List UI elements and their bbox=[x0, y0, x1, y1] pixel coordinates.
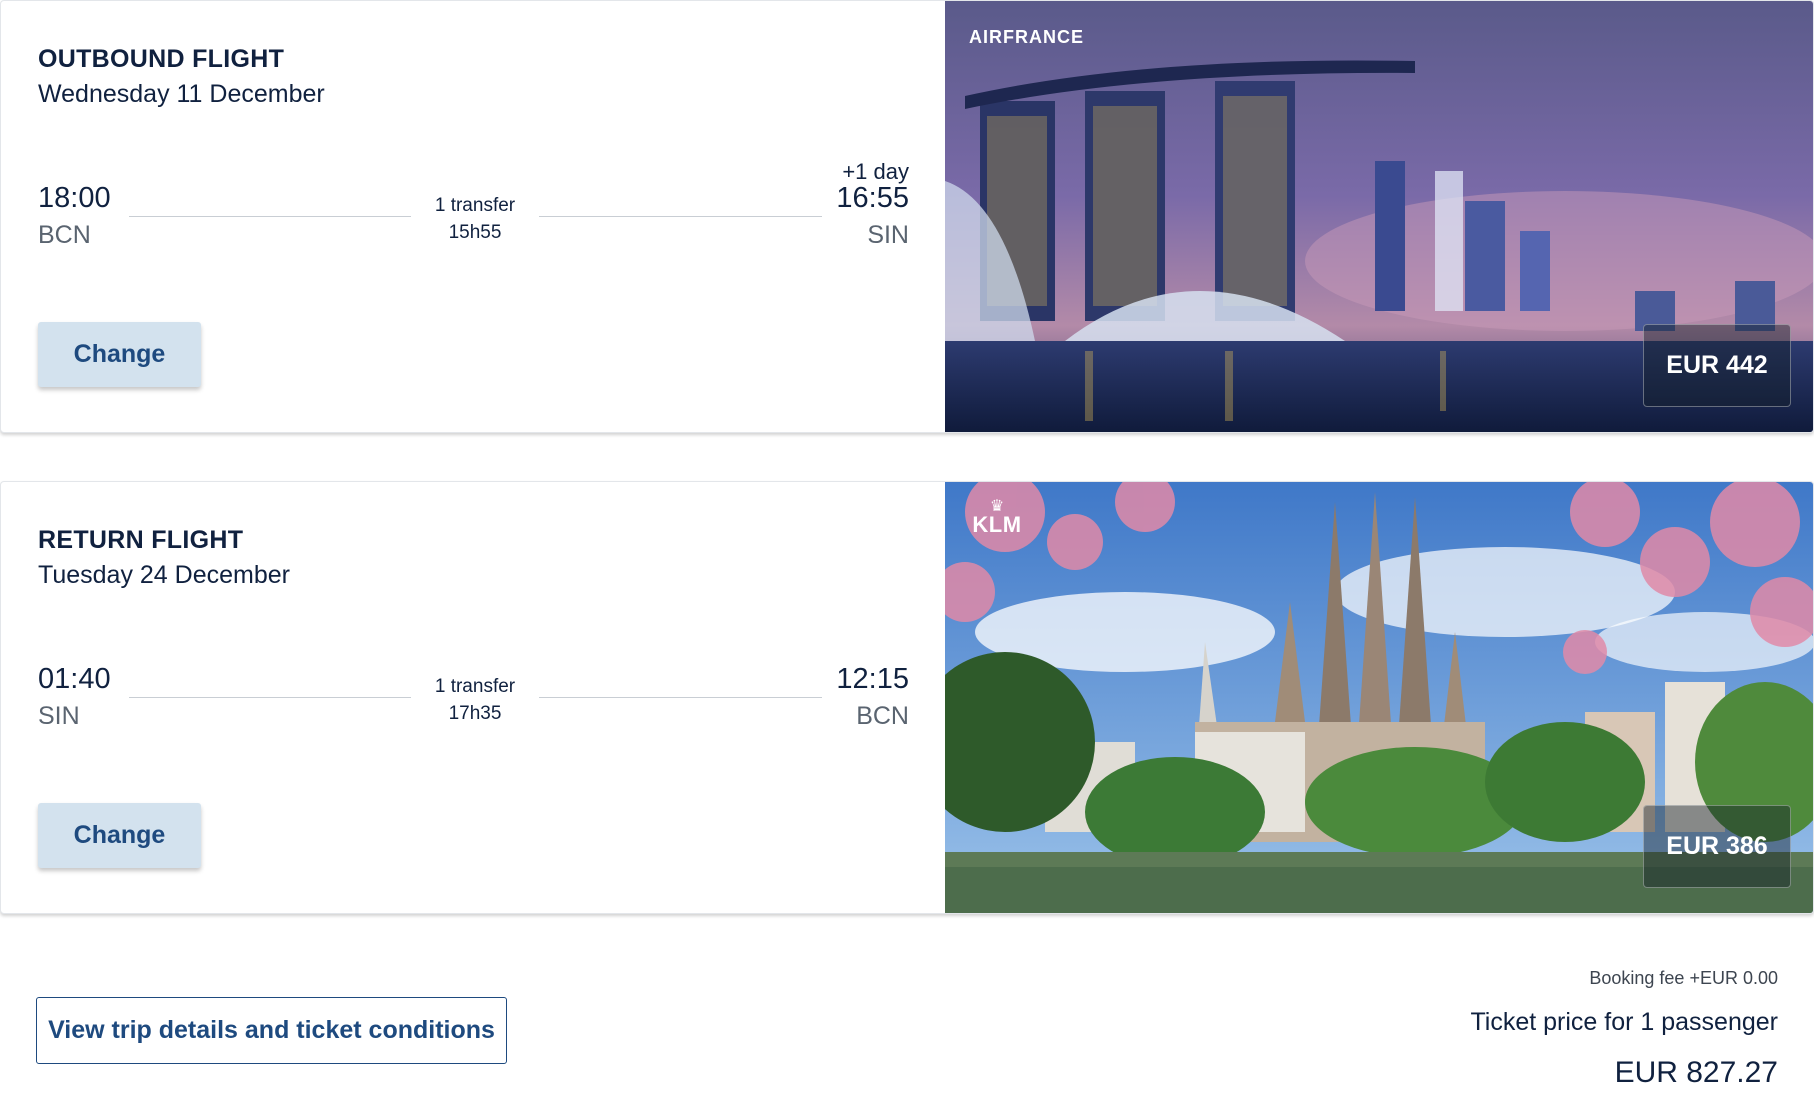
return-destination-image: ♛ KLM EUR 386 bbox=[945, 482, 1813, 913]
ticket-price-label: Ticket price for 1 passenger bbox=[1470, 1008, 1778, 1036]
return-transfers: 1 transfer bbox=[434, 676, 516, 697]
outbound-departure-time: 18:00 bbox=[38, 182, 111, 214]
return-departure-time: 01:40 bbox=[38, 663, 111, 695]
flight-selection-page: OUTBOUND FLIGHT Wednesday 11 December 18… bbox=[0, 0, 1814, 1102]
outbound-route-line-right bbox=[539, 216, 822, 217]
outbound-route-line-left bbox=[129, 216, 411, 217]
return-route-line-left bbox=[129, 697, 411, 698]
return-flight-card: RETURN FLIGHT Tuesday 24 December 01:40 … bbox=[0, 481, 1814, 914]
return-price-badge: EUR 386 bbox=[1643, 805, 1791, 888]
outbound-flight-info: OUTBOUND FLIGHT Wednesday 11 December 18… bbox=[1, 1, 945, 432]
outbound-transfer-info: 1 transfer 15h55 bbox=[411, 192, 539, 246]
return-flight-info: RETURN FLIGHT Tuesday 24 December 01:40 … bbox=[1, 482, 945, 913]
outbound-arrival-code: SIN bbox=[867, 221, 909, 249]
outbound-duration: 15h55 bbox=[448, 222, 502, 243]
outbound-price-badge: EUR 442 bbox=[1643, 324, 1791, 407]
klm-logo-icon: ♛ KLM bbox=[967, 499, 1027, 537]
return-arrival-time: 12:15 bbox=[836, 663, 909, 695]
return-transfer-info: 1 transfer 17h35 bbox=[411, 673, 539, 727]
total-price: EUR 827.27 bbox=[1614, 1056, 1778, 1089]
outbound-departure-code: BCN bbox=[38, 221, 91, 249]
return-arrival-code: BCN bbox=[856, 702, 909, 730]
return-route-line-right bbox=[539, 697, 822, 698]
outbound-flight-card: OUTBOUND FLIGHT Wednesday 11 December 18… bbox=[0, 0, 1814, 433]
klm-logo-text: KLM bbox=[972, 512, 1022, 537]
outbound-arrival-time: 16:55 bbox=[836, 182, 909, 214]
outbound-title: OUTBOUND FLIGHT bbox=[38, 45, 285, 73]
booking-fee: Booking fee +EUR 0.00 bbox=[1589, 968, 1778, 988]
view-trip-details-button[interactable]: View trip details and ticket conditions bbox=[36, 997, 507, 1064]
outbound-transfers: 1 transfer bbox=[434, 195, 516, 216]
outbound-destination-image: AIRFRANCE EUR 442 bbox=[945, 1, 1813, 432]
outbound-change-button[interactable]: Change bbox=[38, 322, 201, 387]
outbound-date: Wednesday 11 December bbox=[38, 80, 325, 108]
return-departure-code: SIN bbox=[38, 702, 80, 730]
return-title: RETURN FLIGHT bbox=[38, 526, 244, 554]
airfrance-logo-icon: AIRFRANCE bbox=[969, 27, 1084, 47]
return-duration: 17h35 bbox=[448, 703, 502, 724]
return-change-button[interactable]: Change bbox=[38, 803, 201, 868]
return-date: Tuesday 24 December bbox=[38, 561, 290, 589]
